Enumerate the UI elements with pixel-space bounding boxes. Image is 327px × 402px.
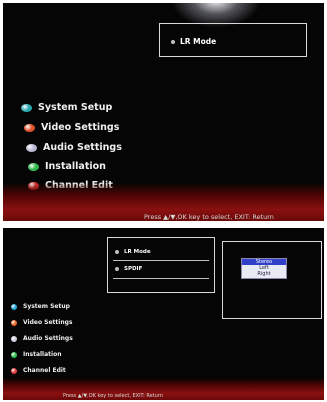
divider xyxy=(113,278,209,279)
menu-item-label: Audio Settings xyxy=(43,142,122,153)
cyan-ball-icon xyxy=(21,103,32,112)
tv-screen-top: LR Mode System Setup Video Settings Audi… xyxy=(3,3,324,221)
tv-screen-bottom: LR Mode SPDIF Stereo Left Right System S… xyxy=(3,228,324,400)
menu-item-label: System Setup xyxy=(38,102,113,113)
option-panel xyxy=(222,241,322,319)
divider xyxy=(113,260,209,261)
menu-item-system-setup[interactable]: System Setup xyxy=(11,303,70,310)
orange-ball-icon xyxy=(11,319,17,326)
orange-ball-icon xyxy=(24,123,35,132)
menu-item-label: Video Settings xyxy=(41,122,120,133)
menu-item-label: Channel Edit xyxy=(23,367,66,374)
menu-item-audio-settings[interactable]: Audio Settings xyxy=(26,142,122,153)
menu-item-label: System Setup xyxy=(23,303,70,310)
submenu-item-lr-mode[interactable]: LR Mode xyxy=(115,249,151,255)
green-ball-icon xyxy=(11,351,17,358)
bullet-icon xyxy=(171,39,175,44)
status-hint: Press ▲/▼,OK key to select, EXIT: Return xyxy=(144,213,274,221)
submenu-panel xyxy=(107,237,215,293)
menu-item-audio-settings[interactable]: Audio Settings xyxy=(11,335,73,342)
dropdown-option-right[interactable]: Right xyxy=(242,271,286,277)
menu-item-label: Audio Settings xyxy=(23,335,73,342)
status-hint: Press ▲/▼,OK key to select, EXIT: Return xyxy=(63,393,163,399)
bullet-icon xyxy=(115,250,119,254)
submenu-item-label: SPDIF xyxy=(124,266,143,272)
green-ball-icon xyxy=(28,162,39,171)
bullet-icon xyxy=(115,267,119,271)
menu-item-system-setup[interactable]: System Setup xyxy=(21,102,112,113)
menu-item-label: Video Settings xyxy=(23,319,73,326)
submenu-item-spdif[interactable]: SPDIF xyxy=(115,266,142,272)
grey-ball-icon xyxy=(26,143,37,152)
menu-item-video-settings[interactable]: Video Settings xyxy=(24,122,119,133)
menu-item-installation[interactable]: Installation xyxy=(11,351,61,358)
menu-item-installation[interactable]: Installation xyxy=(28,161,106,172)
submenu-item-label: LR Mode xyxy=(180,37,217,46)
footer-band xyxy=(3,378,324,400)
lr-mode-dropdown[interactable]: Stereo Left Right xyxy=(241,258,287,279)
menu-item-label: Installation xyxy=(45,161,106,172)
submenu-item-label: LR Mode xyxy=(124,249,151,255)
red-ball-icon xyxy=(11,367,17,374)
submenu-item-lr-mode[interactable]: LR Mode xyxy=(171,37,216,46)
menu-item-channel-edit[interactable]: Channel Edit xyxy=(11,367,66,374)
menu-item-label: Installation xyxy=(23,351,62,358)
white-ball-icon xyxy=(11,335,17,342)
menu-item-video-settings[interactable]: Video Settings xyxy=(11,319,73,326)
cyan-ball-icon xyxy=(11,303,17,310)
